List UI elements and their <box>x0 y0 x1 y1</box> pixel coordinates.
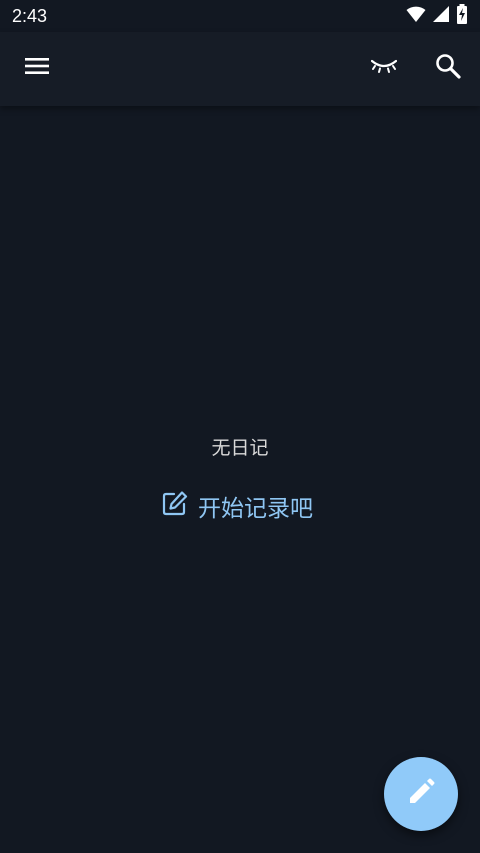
status-time: 2:43 <box>12 6 48 26</box>
edit-icon <box>162 490 188 522</box>
battery-charging-icon <box>456 4 468 28</box>
wifi-icon <box>406 5 426 27</box>
start-recording-link[interactable]: 开始记录吧 <box>162 490 313 522</box>
search-button[interactable] <box>424 44 472 92</box>
new-entry-fab[interactable] <box>384 757 458 831</box>
hide-content-button[interactable] <box>360 44 408 92</box>
search-icon <box>435 53 461 83</box>
pencil-icon <box>407 778 435 810</box>
status-bar: 2:43 <box>0 0 480 32</box>
cell-signal-icon <box>432 5 450 27</box>
app-bar <box>0 32 480 106</box>
menu-icon <box>25 56 49 80</box>
empty-state-title: 无日记 <box>211 437 269 459</box>
eye-closed-icon <box>370 58 398 78</box>
start-recording-label: 开始记录吧 <box>198 496 313 522</box>
menu-button[interactable] <box>13 44 61 92</box>
status-icons <box>406 4 468 28</box>
